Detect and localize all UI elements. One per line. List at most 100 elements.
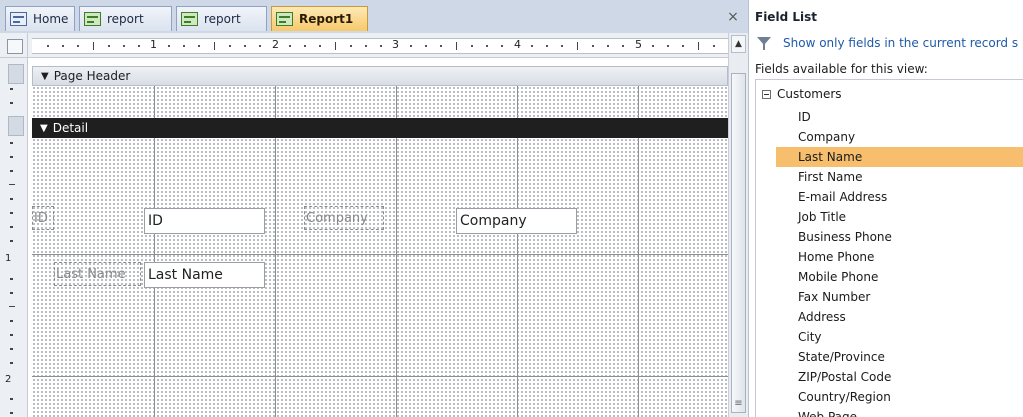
ruler-dot <box>364 45 367 47</box>
page-header-selector[interactable] <box>8 64 24 84</box>
vruler-tick <box>10 334 13 336</box>
ruler-dot <box>621 45 624 47</box>
ruler-dot <box>682 45 685 47</box>
canvas-vertical-scrollbar[interactable]: ▲ ≡ <box>728 33 748 417</box>
field-item[interactable]: Mobile Phone <box>776 267 1023 287</box>
vruler-tick <box>10 170 13 172</box>
show-only-current-fields[interactable]: Show only fields in the current record s <box>757 36 1018 50</box>
field-item[interactable]: Address <box>776 307 1023 327</box>
field-item[interactable]: ZIP/Postal Code <box>776 367 1023 387</box>
id-label-control[interactable]: ID <box>32 206 54 230</box>
field-item[interactable]: City <box>776 327 1023 347</box>
vruler-tick <box>9 184 15 185</box>
ruler-half-tick <box>334 42 336 50</box>
report-design-canvas[interactable]: ▼ Page Header ▼ Detail ID ID Company Com… <box>28 58 728 417</box>
ruler-dot <box>304 45 307 47</box>
ruler-number: 1 <box>150 38 157 51</box>
field-item[interactable]: ID <box>776 107 1023 127</box>
vruler-tick <box>9 306 15 307</box>
table-node-customers[interactable]: Customers <box>762 87 842 101</box>
tab-label: Home <box>33 12 69 26</box>
pane-title: Field List <box>755 10 817 24</box>
report-icon <box>276 12 293 26</box>
field-item[interactable]: Company <box>776 127 1023 147</box>
page-header-bar[interactable]: ▼ Page Header <box>32 66 728 86</box>
field-item[interactable]: Web Page <box>776 407 1023 417</box>
field-item[interactable]: Business Phone <box>776 227 1023 247</box>
vruler-tick <box>10 412 13 414</box>
scroll-thumb[interactable]: ≡ <box>731 73 746 413</box>
collapse-icon[interactable] <box>762 89 771 99</box>
tab-label: report <box>107 12 144 26</box>
field-item[interactable]: Home Phone <box>776 247 1023 267</box>
table-name: Customers <box>777 87 842 101</box>
field-item[interactable]: First Name <box>776 167 1023 187</box>
ruler-dot <box>107 45 110 47</box>
ruler-half-tick <box>213 42 215 50</box>
ruler-dot <box>606 45 609 47</box>
vertical-ruler[interactable]: 1 2 <box>0 58 28 417</box>
vruler-tick <box>10 348 13 350</box>
detail-section[interactable]: ID ID Company Company Last Name Last Nam… <box>32 138 728 417</box>
id-textbox-control[interactable]: ID <box>144 208 265 234</box>
ruler-number: 5 <box>635 38 642 51</box>
ruler-dot <box>168 45 171 47</box>
vruler-tick <box>10 156 13 158</box>
detail-bar[interactable]: ▼ Detail <box>32 118 728 138</box>
report-icon <box>181 12 198 26</box>
ruler-number: 4 <box>514 38 521 51</box>
ruler-dot <box>470 45 473 47</box>
tab-home[interactable]: Home <box>5 6 75 31</box>
close-icon[interactable]: × <box>724 7 742 27</box>
ruler-half-tick <box>92 42 94 50</box>
ruler-dot <box>62 45 65 47</box>
scroll-up-arrow-icon[interactable]: ▲ <box>731 35 746 53</box>
vruler-tick <box>10 398 13 400</box>
tab-label: Report1 <box>299 12 354 26</box>
document-tab-bar: Home report report Report1 × <box>0 0 748 33</box>
report-icon <box>84 12 101 26</box>
tab-report-1[interactable]: report <box>79 6 172 31</box>
ruler-dot <box>77 45 80 47</box>
ruler-dot <box>379 45 382 47</box>
field-item[interactable]: State/Province <box>776 347 1023 367</box>
ruler-dot <box>591 45 594 47</box>
ruler-dot <box>47 45 50 47</box>
ruler-half-tick <box>697 42 699 50</box>
ruler-dot <box>561 45 564 47</box>
field-list-pane: Field List Show only fields in the curre… <box>748 0 1023 417</box>
ruler-dot <box>546 45 549 47</box>
vruler-tick <box>10 226 13 228</box>
field-tree[interactable]: Customers ID Company Last Name First Nam… <box>755 79 1023 417</box>
form-icon <box>10 12 27 26</box>
available-fields-label: Fields available for this view: <box>755 62 928 76</box>
section-arrow-icon: ▼ <box>40 122 48 134</box>
ruler-dot <box>137 45 140 47</box>
report-selector-box[interactable] <box>0 33 28 58</box>
lastname-label-control[interactable]: Last Name <box>54 262 141 286</box>
field-item[interactable]: Fax Number <box>776 287 1023 307</box>
ruler-dot <box>712 45 715 47</box>
company-textbox-control[interactable]: Company <box>456 208 577 234</box>
field-item[interactable]: Country/Region <box>776 387 1023 407</box>
ruler-dot <box>319 45 322 47</box>
tab-label: report <box>204 12 241 26</box>
tab-report-2[interactable]: report <box>176 6 267 31</box>
tab-report1[interactable]: Report1 <box>271 6 368 31</box>
detail-selector[interactable] <box>8 116 24 136</box>
company-label-control[interactable]: Company <box>304 206 384 230</box>
field-item[interactable]: E-mail Address <box>776 187 1023 207</box>
ruler-dot <box>349 45 352 47</box>
lastname-textbox-control[interactable]: Last Name <box>144 262 265 288</box>
show-only-link[interactable]: Show only fields in the current record s <box>783 36 1018 50</box>
ruler-dot <box>258 45 261 47</box>
page-header-section[interactable] <box>32 86 728 118</box>
horizontal-ruler[interactable]: 1 2 3 4 5 <box>28 33 728 58</box>
field-item[interactable]: Job Title <box>776 207 1023 227</box>
grip-icon: ≡ <box>734 398 743 409</box>
vruler-number: 2 <box>5 374 12 385</box>
field-item-selected[interactable]: Last Name <box>776 147 1023 167</box>
ruler-dot <box>667 45 670 47</box>
ruler-dot <box>228 45 231 47</box>
vruler-tick <box>10 362 13 364</box>
